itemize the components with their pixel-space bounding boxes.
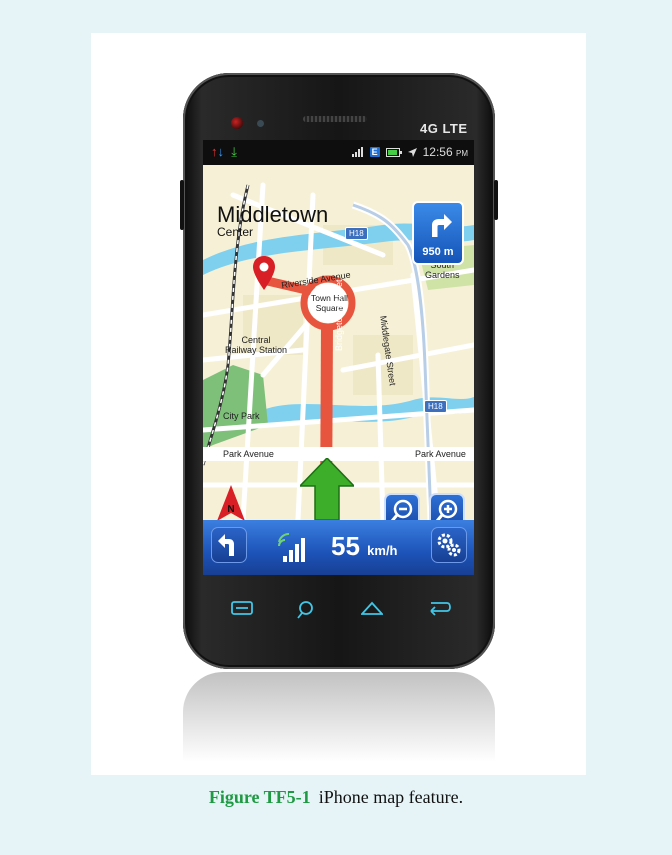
proximity-sensor	[257, 120, 264, 127]
battery-icon	[385, 147, 402, 157]
highway-label-top: H18	[345, 227, 368, 240]
svg-text:N: N	[227, 504, 234, 515]
cell-signal-icon	[351, 147, 363, 157]
carrier-label: 4G LTE	[420, 121, 468, 136]
street-label-bridgetown: Bridgetown Street	[334, 279, 344, 351]
speed-readout: 55 km/h	[331, 531, 398, 561]
navigation-bar: 55 km/h	[203, 520, 474, 575]
volume-button[interactable]	[180, 180, 184, 230]
front-camera	[231, 117, 243, 129]
district-name: Center	[217, 225, 254, 239]
data-transfer-icon: ↑↓ ⤓	[211, 144, 237, 159]
clock: 12:56 PM	[422, 145, 468, 159]
menu-icon[interactable]	[231, 600, 253, 616]
network-badge: E	[369, 147, 380, 157]
highway-label-right: H18	[424, 400, 447, 413]
caption-text: iPhone map feature.	[318, 787, 464, 807]
home-icon[interactable]	[361, 600, 383, 616]
gps-icon	[407, 147, 417, 157]
pin-icon[interactable]	[253, 256, 275, 290]
back-icon[interactable]	[427, 600, 451, 616]
street-label-city-park: City Park	[223, 411, 260, 421]
figure-caption: Figure TF5-1 iPhone map feature.	[0, 787, 672, 808]
direction-arrow-icon	[300, 458, 354, 520]
figure-label: Figure TF5-1	[208, 787, 311, 807]
turn-distance: 950 m	[422, 246, 454, 258]
turn-left-button[interactable]	[211, 527, 247, 563]
compass-icon[interactable]: N	[217, 485, 245, 521]
phone-screen: ↑↓ ⤓ E 12:56 PM Middletown Center H18 H1…	[203, 140, 474, 575]
street-label-park-avenue-right: Park Avenue	[415, 449, 466, 459]
signal-icon	[278, 532, 305, 562]
street-label-park-avenue-left: Park Avenue	[223, 449, 274, 459]
settings-icon	[437, 533, 461, 557]
search-icon[interactable]	[296, 600, 314, 620]
next-turn-panel[interactable]: 950 m	[412, 201, 464, 265]
power-button[interactable]	[494, 180, 498, 220]
street-label-central-station: Central Railway Station	[225, 335, 288, 355]
map-view[interactable]: Middletown Center H18 H18 Riverside Aven…	[203, 165, 474, 529]
earpiece-speaker	[303, 116, 367, 122]
turn-left-icon	[218, 534, 234, 556]
turn-right-icon	[432, 214, 452, 237]
settings-button[interactable]	[431, 527, 467, 563]
phone-reflection	[183, 672, 495, 762]
status-bar: ↑↓ ⤓ E 12:56 PM	[203, 140, 474, 165]
